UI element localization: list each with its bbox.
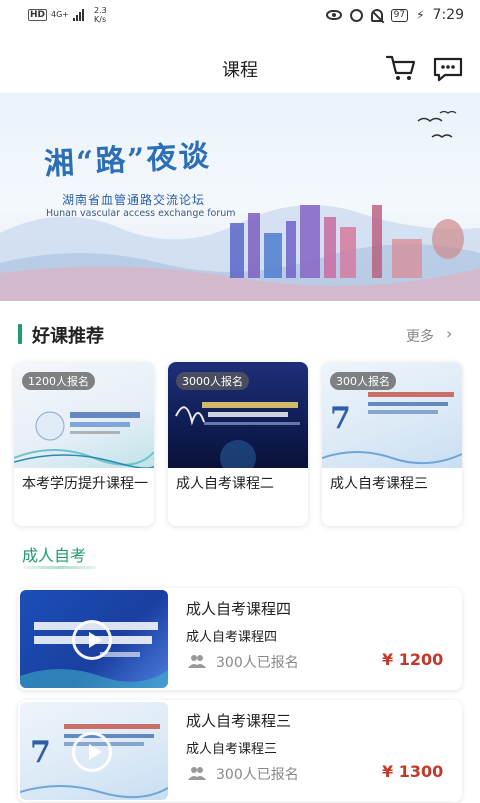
enroll-badge: 300人报名 bbox=[330, 372, 396, 390]
banner-title: 湘“路”夜谈 bbox=[43, 138, 212, 183]
course-name: 本考学历提升课程一 bbox=[22, 476, 148, 492]
enroll-badge: 1200人报名 bbox=[22, 372, 95, 390]
recommend-section-header: 好课推荐 更多 › bbox=[0, 318, 480, 354]
cart-icon[interactable] bbox=[386, 54, 416, 82]
clock: 7:29 bbox=[432, 7, 464, 23]
course-subtitle: 成人自考课程三 bbox=[186, 742, 278, 757]
signal-icon bbox=[73, 9, 85, 21]
people-icon bbox=[188, 767, 206, 780]
section-title: 好课推荐 bbox=[32, 326, 104, 347]
section-accent-bar bbox=[18, 324, 22, 344]
category-title[interactable]: 成人自考 bbox=[22, 542, 86, 566]
svg-text:7: 7 bbox=[30, 735, 51, 770]
enroll-count: 300人已报名 bbox=[216, 767, 299, 783]
course-title: 成人自考课程三 bbox=[186, 712, 292, 730]
hero-banner[interactable]: 湘“路”夜谈 湖南省血管通路交流论坛 Hunan vascular access… bbox=[0, 93, 480, 301]
network-type: 4G+ bbox=[51, 10, 70, 19]
recommend-cards: 1200人报名 本考学历提升课程一 3000人报名 成人自考课程二 7 300人… bbox=[0, 362, 480, 526]
status-bar: HD 4G+ 2.3 K/s 97 ⚡ 7:29 bbox=[0, 0, 480, 30]
more-link[interactable]: 更多 bbox=[406, 326, 434, 346]
people-icon bbox=[188, 655, 206, 668]
hd-indicator: HD bbox=[28, 9, 48, 21]
course-name: 成人自考课程二 bbox=[176, 476, 274, 492]
app-header: 课程 bbox=[0, 44, 480, 92]
course-thumbnail: 7 300人报名 bbox=[322, 362, 462, 468]
chevron-right-icon[interactable]: › bbox=[446, 324, 452, 343]
course-subtitle: 成人自考课程四 bbox=[186, 630, 278, 645]
message-icon[interactable] bbox=[432, 56, 464, 82]
course-card[interactable]: 1200人报名 本考学历提升课程一 bbox=[14, 362, 154, 526]
course-thumbnail: 7 bbox=[20, 702, 168, 800]
course-thumbnail: 1200人报名 bbox=[14, 362, 154, 468]
enroll-badge: 3000人报名 bbox=[176, 372, 249, 390]
banner-subtitle: 湖南省血管通路交流论坛 bbox=[62, 193, 206, 207]
svg-text:7: 7 bbox=[330, 401, 351, 436]
course-price: ¥ 1300 bbox=[382, 762, 444, 781]
course-thumbnail: 3000人报名 bbox=[168, 362, 308, 468]
play-icon[interactable] bbox=[72, 732, 112, 772]
category-underline bbox=[24, 566, 96, 569]
eye-icon bbox=[325, 10, 342, 20]
course-name: 成人自考课程三 bbox=[330, 476, 428, 492]
course-list-item[interactable]: 成人自考课程四 成人自考课程四 300人已报名 ¥ 1200 bbox=[18, 588, 462, 690]
mute-bell-icon bbox=[370, 8, 383, 22]
play-icon[interactable] bbox=[72, 620, 112, 660]
course-price: ¥ 1200 bbox=[382, 650, 444, 669]
charging-icon: ⚡ bbox=[416, 8, 425, 22]
course-thumbnail bbox=[20, 590, 168, 688]
network-speed: 2.3 K/s bbox=[94, 6, 107, 24]
banner-subtitle-en: Hunan vascular access exchange forum bbox=[46, 208, 236, 219]
course-card[interactable]: 7 300人报名 成人自考课程三 bbox=[322, 362, 462, 526]
battery-icon: 97 bbox=[390, 8, 409, 22]
alarm-icon bbox=[349, 8, 363, 22]
course-list-item[interactable]: 7 成人自考课程三 成人自考课程三 300人已报名 ¥ 1300 bbox=[18, 700, 462, 802]
course-card[interactable]: 3000人报名 成人自考课程二 bbox=[168, 362, 308, 526]
course-title: 成人自考课程四 bbox=[186, 600, 292, 618]
enroll-count: 300人已报名 bbox=[216, 655, 299, 671]
